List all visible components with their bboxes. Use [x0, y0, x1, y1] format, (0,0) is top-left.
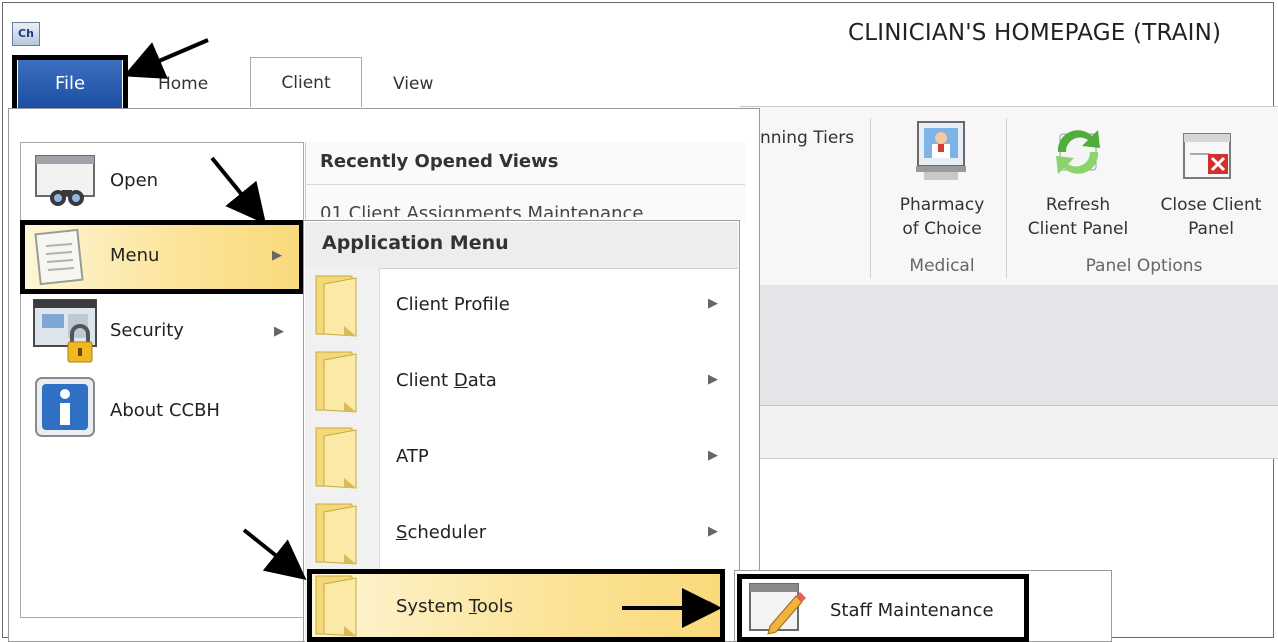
arrow-to-file	[123, 38, 209, 79]
arrow-to-system-tools	[242, 528, 307, 580]
arrow-to-menu	[210, 156, 267, 225]
annotation-arrows	[123, 38, 722, 628]
